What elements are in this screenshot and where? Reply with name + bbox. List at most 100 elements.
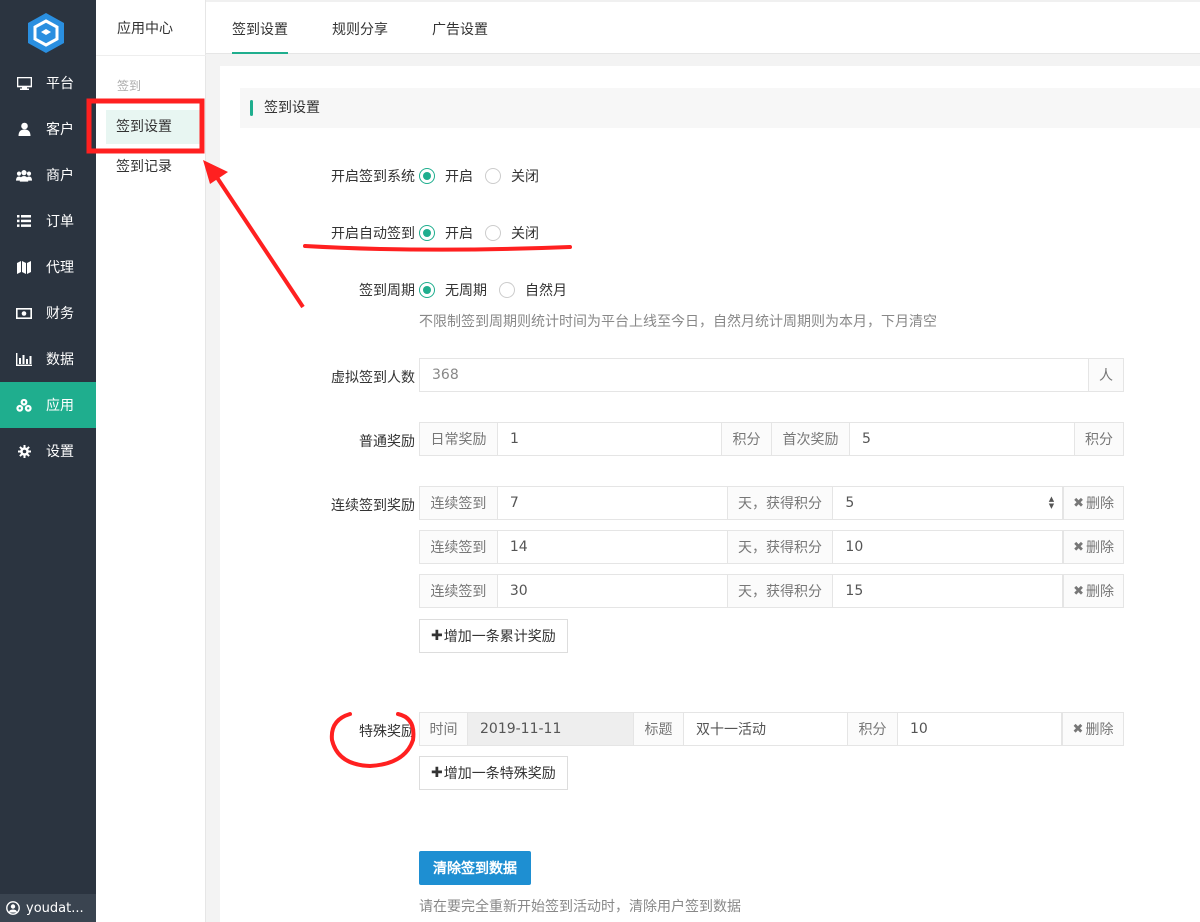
section-title: 签到设置 [240,88,1200,128]
special-title-input[interactable]: 双十一活动 [684,713,848,745]
auto-signin-label: 开启自动签到 [331,226,415,242]
radio-label: 开启 [445,169,473,185]
close-icon: ✖ [1073,495,1084,511]
first-reward-input[interactable]: 5 [850,423,1075,455]
delete-label: 删除 [1085,496,1114,512]
continuous-prefix-addon: 连续签到 [420,531,498,563]
plus-icon: ✚ [431,765,443,781]
monitor-icon [16,75,32,91]
subpanel-item-signin-settings[interactable]: 签到设置 [106,110,202,144]
sidebar-item-label: 平台 [46,76,74,92]
time-addon: 时间 [420,713,468,745]
subpanel-group-title: 签到 [117,79,142,93]
first-reward-addon: 首次奖励 [772,423,850,455]
radio-unchecked-icon [499,282,515,298]
continuous-row: 连续签到 14 天，获得积分 10 ✖ 删除 [419,530,1124,564]
sidebar-item-app[interactable]: 应用 [0,382,96,428]
add-continuous-reward-button[interactable]: ✚ 增加一条累计奖励 [419,619,568,653]
user-circle-icon [6,901,20,915]
delete-button[interactable]: ✖ 删除 [1062,713,1123,745]
radio-checked-icon [419,168,435,184]
sidebar-item-merchant[interactable]: 商户 [0,152,96,198]
top-tab-bar: 签到设置 规则分享 广告设置 [206,0,1200,54]
period-help-text: 不限制签到周期则统计时间为平台上线至今日，自然月统计周期则为本月，下月清空 [419,314,937,330]
delete-label: 删除 [1085,540,1114,556]
button-label: 增加一条特殊奖励 [443,766,556,782]
tab-signin-settings[interactable]: 签到设置 [232,2,288,54]
radio-label: 关闭 [511,226,539,242]
radio-checked-icon [419,282,435,298]
sidebar-item-label: 财务 [46,306,74,322]
radio-unchecked-icon [485,168,501,184]
sidebar-item-customer[interactable]: 客户 [0,106,96,152]
enable-system-on-radio[interactable]: 开启 [419,166,473,186]
continuous-middle-addon: 天，获得积分 [727,575,834,607]
content-card: 签到设置 开启签到系统 开启 关闭 开启自动签到 开启 关闭 签到周期 无周期 … [220,66,1200,922]
sidebar-item-label: 设置 [46,444,74,460]
points-addon: 积分 [1075,423,1123,455]
points-value: 5 [845,495,855,511]
add-special-reward-button[interactable]: ✚ 增加一条特殊奖励 [419,756,568,790]
auto-signin-on-radio[interactable]: 开启 [419,223,473,243]
user-menu[interactable]: youdat... [0,894,96,922]
continuous-days-input[interactable]: 7 [498,487,728,519]
delete-button[interactable]: ✖ 删除 [1063,575,1123,607]
sidebar-item-finance[interactable]: 财务 [0,290,96,336]
clear-signin-data-button[interactable]: 清除签到数据 [419,851,531,885]
list-icon [16,213,32,229]
username: youdat... [26,900,84,916]
gear-icon [16,443,32,459]
virtual-count-input[interactable]: 368 [420,359,1089,391]
sidebar-item-data[interactable]: 数据 [0,336,96,382]
normal-reward-group: 日常奖励 1 积分 首次奖励 5 积分 [419,422,1124,456]
period-none-radio[interactable]: 无周期 [419,280,487,300]
cubes-icon [16,397,32,413]
virtual-count-label: 虚拟签到人数 [331,370,415,386]
period-label: 签到周期 [359,283,415,299]
button-label: 增加一条累计奖励 [443,629,556,645]
unit-addon: 人 [1089,359,1123,391]
continuous-points-input[interactable]: 15 [833,575,1064,607]
sidebar-item-label: 客户 [46,122,74,138]
continuous-days-input[interactable]: 30 [498,575,728,607]
sidebar-item-platform[interactable]: 平台 [0,60,96,106]
delete-button[interactable]: ✖ 删除 [1063,487,1123,519]
continuous-row: 连续签到 30 天，获得积分 15 ✖ 删除 [419,574,1124,608]
main-sidebar: 平台 客户 商户 订单 代理 财务 数据 应用 设置 youdat... [0,0,96,922]
special-reward-label: 特殊奖励 [359,724,415,740]
delete-button[interactable]: ✖ 删除 [1063,531,1123,563]
sidebar-item-order[interactable]: 订单 [0,198,96,244]
continuous-points-input[interactable]: 10 [833,531,1064,563]
continuous-reward-label: 连续签到奖励 [331,498,415,514]
radio-checked-icon [419,225,435,241]
users-icon [16,167,32,183]
close-icon: ✖ [1073,583,1084,599]
virtual-count-group: 368 人 [419,358,1124,392]
special-date-input[interactable]: 2019-11-11 [468,713,634,745]
radio-label: 无周期 [445,283,487,299]
sidebar-item-agent[interactable]: 代理 [0,244,96,290]
continuous-days-input[interactable]: 14 [498,531,728,563]
special-reward-row: 时间 2019-11-11 标题 双十一活动 积分 10 ✖ 删除 [419,712,1124,746]
auto-signin-off-radio[interactable]: 关闭 [485,223,539,243]
plus-icon: ✚ [431,628,443,644]
app-center-link[interactable]: 应用中心 [96,0,206,56]
points-addon: 积分 [722,423,772,455]
continuous-points-input[interactable]: 5 ▲ ▼ [833,487,1064,519]
enable-system-off-radio[interactable]: 关闭 [485,166,539,186]
sidebar-item-settings[interactable]: 设置 [0,428,96,474]
logo[interactable] [26,12,66,54]
delete-label: 删除 [1085,584,1114,600]
sidebar-item-label: 订单 [46,214,74,230]
number-spinner-icon[interactable]: ▲ ▼ [1049,496,1054,510]
subpanel-item-signin-records[interactable]: 签到记录 [106,150,202,184]
normal-reward-label: 普通奖励 [359,434,415,450]
tab-rule-share[interactable]: 规则分享 [332,2,388,54]
continuous-middle-addon: 天，获得积分 [727,531,834,563]
sidebar-item-label: 代理 [46,260,74,276]
daily-reward-input[interactable]: 1 [498,423,722,455]
special-points-input[interactable]: 10 [898,713,1062,745]
map-icon [16,259,32,275]
period-month-radio[interactable]: 自然月 [499,280,567,300]
tab-ad-settings[interactable]: 广告设置 [432,2,488,54]
